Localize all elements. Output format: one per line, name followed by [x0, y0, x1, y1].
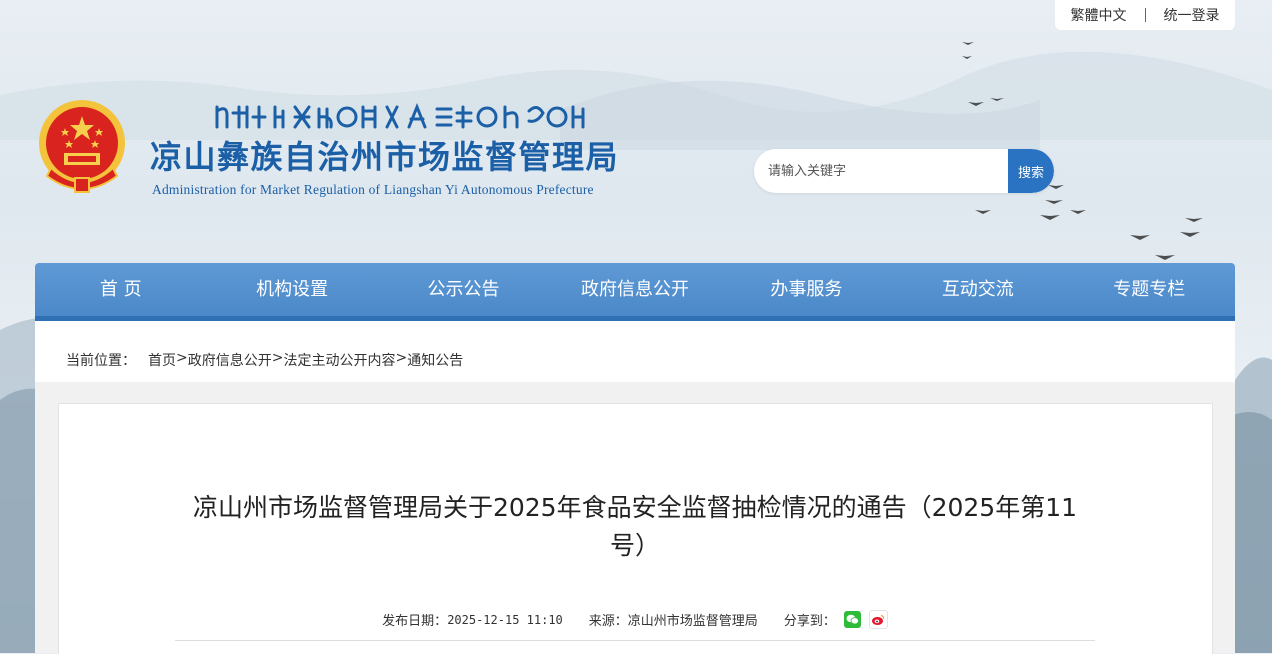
nav-special-topics[interactable]: 专题专栏	[1064, 263, 1235, 316]
breadcrumb-path: 首页 > 政府信息公开 > 法定主动公开内容 > 通知公告	[148, 350, 463, 370]
breadcrumb-separator: >	[271, 349, 284, 366]
share-label: 分享到：	[783, 614, 836, 629]
nav-interaction[interactable]: 互动交流	[892, 263, 1063, 316]
breadcrumb-home[interactable]: 首页	[148, 350, 176, 370]
source-value: 凉山州市场监督管理局	[627, 614, 758, 629]
yi-script-title-logo	[215, 102, 585, 129]
source-label: 来源：	[588, 614, 628, 629]
top-utility-bar: 繁體中文 统一登录	[1055, 0, 1235, 30]
site-title-english: Administration for Market Regulation of …	[152, 182, 594, 197]
search-button[interactable]: 搜索	[1008, 149, 1054, 193]
site-title-chinese: 凉山彝族自治州市场监督管理局	[150, 138, 620, 176]
nav-organization[interactable]: 机构设置	[206, 263, 377, 316]
nav-gov-info-disclosure[interactable]: 政府信息公开	[549, 263, 720, 316]
meta-divider	[175, 640, 1095, 641]
publish-date: 2025-12-15 11:10	[447, 612, 563, 627]
publish-date-label: 发布日期：	[382, 614, 448, 629]
article-title: 凉山州市场监督管理局关于2025年食品安全监督抽检情况的通告（2025年第11号…	[192, 493, 1078, 560]
breadcrumb-separator: >	[395, 349, 408, 366]
breadcrumb-gov-info[interactable]: 政府信息公开	[188, 350, 272, 370]
article-meta: 发布日期： 2025-12-15 11:10 来源： 凉山州市场监督管理局 分享…	[175, 610, 1095, 629]
topbar-divider	[1144, 8, 1146, 22]
breadcrumb: 当前位置： 首页 > 政府信息公开 > 法定主动公开内容 > 通知公告	[35, 321, 1235, 382]
breadcrumb-notices[interactable]: 通知公告	[407, 350, 463, 370]
search-input[interactable]	[754, 149, 1008, 193]
traditional-chinese-link[interactable]: 繁體中文	[1071, 5, 1127, 25]
nav-services[interactable]: 办事服务	[721, 263, 892, 316]
breadcrumb-statutory-disclosure[interactable]: 法定主动公开内容	[283, 350, 395, 370]
weibo-share-icon[interactable]	[868, 610, 888, 629]
breadcrumb-label: 当前位置：	[66, 352, 136, 369]
nav-announcements[interactable]: 公示公告	[378, 263, 549, 316]
breadcrumb-separator: >	[176, 349, 188, 366]
nav-home[interactable]: 首 页	[35, 263, 206, 316]
unified-login-link[interactable]: 统一登录	[1164, 5, 1220, 25]
national-emblem-icon	[39, 100, 125, 193]
search-box: 搜索	[754, 149, 1054, 193]
main-navigation: 首 页 机构设置 公示公告 政府信息公开 办事服务 互动交流 专题专栏	[35, 263, 1235, 316]
wechat-share-icon[interactable]	[843, 611, 861, 628]
